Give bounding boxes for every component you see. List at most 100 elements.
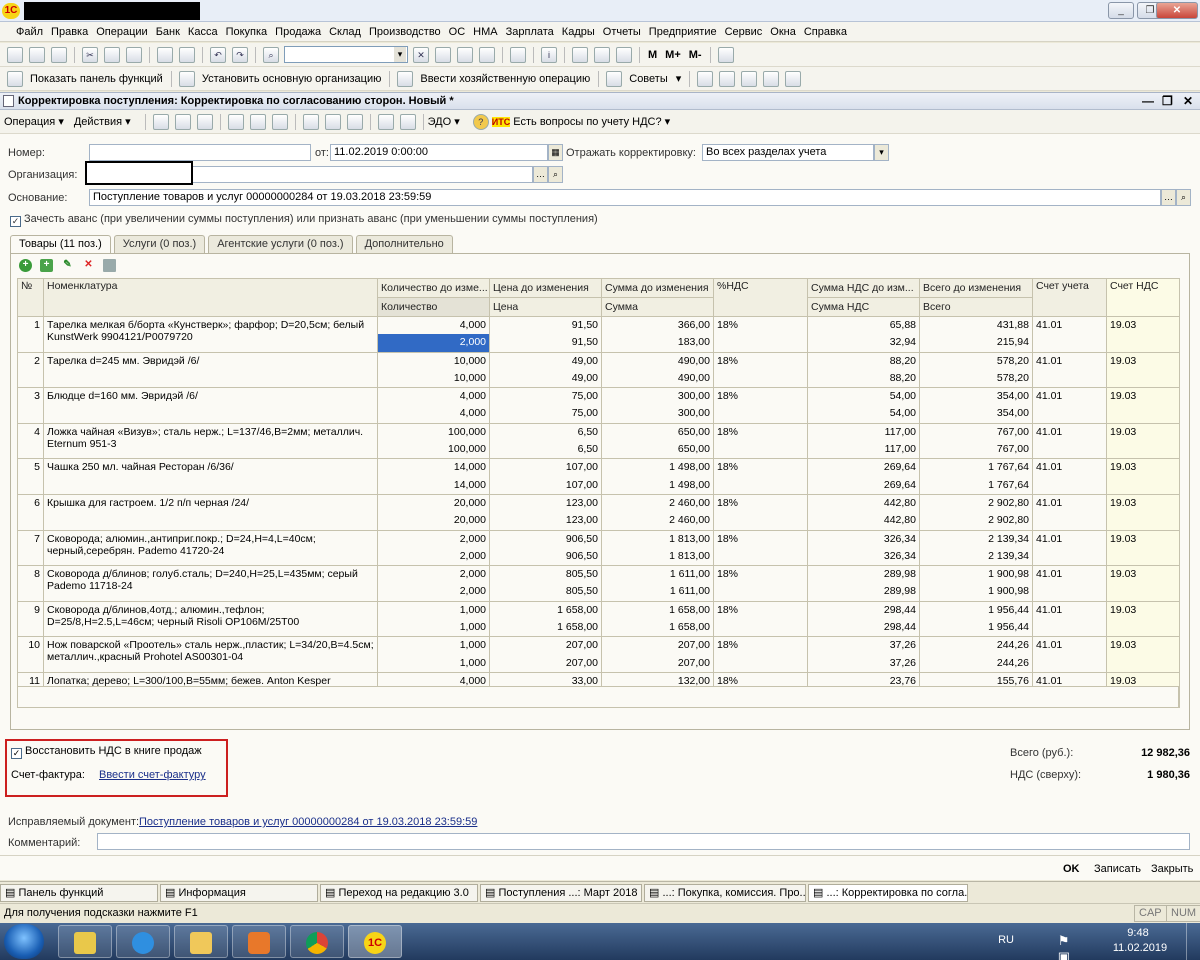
row-total-before[interactable]: 354,00 xyxy=(919,387,1033,406)
menu-item-12[interactable]: Кадры xyxy=(562,26,595,38)
row-vat[interactable]: 269,64 xyxy=(807,476,920,495)
help-icon[interactable]: ? xyxy=(472,113,489,130)
row-vat-rate[interactable]: 18% xyxy=(713,458,808,495)
refresh-icon[interactable] xyxy=(196,113,213,130)
row-account[interactable]: 41.01 xyxy=(1032,422,1107,459)
save-button[interactable]: Записать xyxy=(1094,863,1141,875)
row-number[interactable]: 2 xyxy=(17,351,44,388)
enter-invoice-link[interactable]: Ввести счет-фактуру xyxy=(99,769,206,781)
taskbar-folder-icon[interactable] xyxy=(174,925,228,958)
save-icon[interactable] xyxy=(51,46,67,63)
row-price[interactable]: 49,00 xyxy=(489,369,602,388)
row-qty[interactable]: 20,000 xyxy=(377,512,490,531)
row-price[interactable]: 6,50 xyxy=(489,441,602,459)
taskbar-chrome-icon[interactable] xyxy=(290,925,344,958)
row-nomenclature[interactable]: Сковорода; алюмин.,антиприг.покр.; D=24,… xyxy=(43,529,378,566)
show-panel-button[interactable]: Показать панель функций xyxy=(30,73,163,85)
actions-menu[interactable]: Действия ▾ xyxy=(74,115,131,128)
row-qty-before[interactable]: 1,000 xyxy=(377,636,490,655)
row-sum[interactable]: 183,00 xyxy=(601,334,714,353)
report4-icon[interactable] xyxy=(763,70,780,87)
enter-operation-button[interactable]: Ввести хозяйственную операцию xyxy=(420,73,590,85)
delete-row-icon[interactable]: ✕ xyxy=(82,259,95,272)
undo-icon[interactable]: ↶ xyxy=(210,46,226,63)
set-organization-button[interactable]: Установить основную организацию xyxy=(202,73,382,85)
row-sum-before[interactable]: 300,00 xyxy=(601,387,714,406)
row-account[interactable]: 41.01 xyxy=(1032,529,1107,566)
row-vat-account[interactable]: 19.03 xyxy=(1106,387,1180,424)
doc-restore-button[interactable]: ❐ xyxy=(1162,93,1173,109)
reflect-dropdown-button[interactable]: ▾ xyxy=(874,144,889,161)
calendar-button[interactable]: ▦ xyxy=(548,144,563,161)
row-nomenclature[interactable]: Тарелка d=245 мм. Эвридэй /6/ xyxy=(43,351,378,388)
row-account[interactable]: 41.01 xyxy=(1032,493,1107,531)
row-price-before[interactable]: 906,50 xyxy=(489,529,602,548)
row-sum-before[interactable]: 490,00 xyxy=(601,351,714,370)
menu-item-3[interactable]: Банк xyxy=(156,26,180,38)
row-total-before[interactable]: 2 902,80 xyxy=(919,493,1033,513)
col-header-vat[interactable]: Сумма НДС xyxy=(807,297,920,317)
doc-close-button[interactable]: ✕ xyxy=(1183,93,1193,109)
structure-icon[interactable] xyxy=(377,113,394,130)
taskbar-explorer-icon[interactable] xyxy=(58,925,112,958)
col-header-vat-rate[interactable]: %НДС xyxy=(713,278,808,317)
find-all-icon[interactable] xyxy=(479,46,495,63)
row-qty[interactable]: 4,000 xyxy=(377,405,490,424)
row-sum[interactable]: 1 813,00 xyxy=(601,547,714,566)
row-account[interactable]: 41.01 xyxy=(1032,387,1107,424)
basis-open-button[interactable]: ⌕ xyxy=(1176,189,1191,206)
row-vat-rate[interactable]: 18% xyxy=(713,493,808,531)
report5-icon[interactable] xyxy=(785,70,802,87)
post-icon[interactable] xyxy=(152,113,169,130)
table-row[interactable]: 5 Чашка 250 мл. чайная Ресторан /6/36/14,… xyxy=(17,458,1180,495)
row-vat-rate[interactable]: 18% xyxy=(713,422,808,459)
menu-item-11[interactable]: Зарплата xyxy=(506,26,554,38)
basis-select-button[interactable]: … xyxy=(1161,189,1176,206)
window-tab-info[interactable]: ▤ Информация xyxy=(160,883,318,902)
corrected-doc-link[interactable]: Поступление товаров и услуг 00000000284 … xyxy=(139,816,477,828)
row-vat-account[interactable]: 19.03 xyxy=(1106,493,1180,531)
row-price[interactable]: 805,50 xyxy=(489,583,602,602)
col-header-vat-before[interactable]: Сумма НДС до изм... xyxy=(807,278,920,298)
table-row[interactable]: 6 Крышка для гастроем. 1/2 п/п черная /24… xyxy=(17,493,1180,531)
row-total[interactable]: 578,20 xyxy=(919,369,1033,388)
row-total[interactable]: 1 767,64 xyxy=(919,476,1033,495)
row-vat-rate[interactable]: 18% xyxy=(713,565,808,602)
row-number[interactable]: 3 xyxy=(17,387,44,424)
restore-vat-row[interactable]: ✓ Восстановить НДС в книге продаж xyxy=(11,745,202,759)
window-icon[interactable] xyxy=(510,46,526,63)
row-total[interactable]: 354,00 xyxy=(919,405,1033,424)
open-icon[interactable] xyxy=(29,46,45,63)
menu-item-6[interactable]: Продажа xyxy=(275,26,321,38)
window-tab-purchase[interactable]: ▤ ...: Покупка, комиссия. Про... xyxy=(644,883,806,902)
paste-icon[interactable] xyxy=(126,46,142,63)
row-sum[interactable]: 300,00 xyxy=(601,405,714,424)
row-qty[interactable]: 2,000 xyxy=(377,334,490,353)
memory-minus-button[interactable]: М- xyxy=(689,49,702,61)
row-qty[interactable]: 2,000 xyxy=(377,583,490,602)
row-account[interactable]: 41.01 xyxy=(1032,458,1107,495)
report-doc-icon[interactable] xyxy=(346,113,363,130)
row-total[interactable]: 215,94 xyxy=(919,334,1033,353)
row-account[interactable]: 41.01 xyxy=(1032,316,1107,353)
row-vat-account[interactable]: 19.03 xyxy=(1106,458,1180,495)
row-qty-before[interactable]: 4,000 xyxy=(377,387,490,406)
row-price-before[interactable]: 1 658,00 xyxy=(489,600,602,620)
window-tab-functions[interactable]: ▤ Панель функций xyxy=(0,883,158,902)
row-sum[interactable]: 1 658,00 xyxy=(601,619,714,637)
col-header-account[interactable]: Счет учета xyxy=(1032,278,1107,317)
row-number[interactable]: 10 xyxy=(17,636,44,673)
row-price-before[interactable]: 49,00 xyxy=(489,351,602,370)
table-row[interactable]: 7 Сковорода; алюмин.,антиприг.покр.; D=24… xyxy=(17,529,1180,566)
row-price-before[interactable]: 6,50 xyxy=(489,422,602,442)
add-row-icon[interactable]: + xyxy=(19,258,32,272)
taskbar-ie-icon[interactable] xyxy=(116,925,170,958)
search-icon[interactable]: ⌕ xyxy=(263,46,279,63)
row-price-before[interactable]: 75,00 xyxy=(489,387,602,406)
doc-minimize-button[interactable]: — xyxy=(1142,93,1154,109)
row-vat-account[interactable]: 19.03 xyxy=(1106,351,1180,388)
organization-open-button[interactable]: ⌕ xyxy=(548,166,563,183)
close-window-button[interactable]: ✕ xyxy=(1156,2,1198,19)
row-vat[interactable]: 32,94 xyxy=(807,334,920,353)
edo-menu[interactable]: ЭДО ▾ xyxy=(428,115,460,128)
